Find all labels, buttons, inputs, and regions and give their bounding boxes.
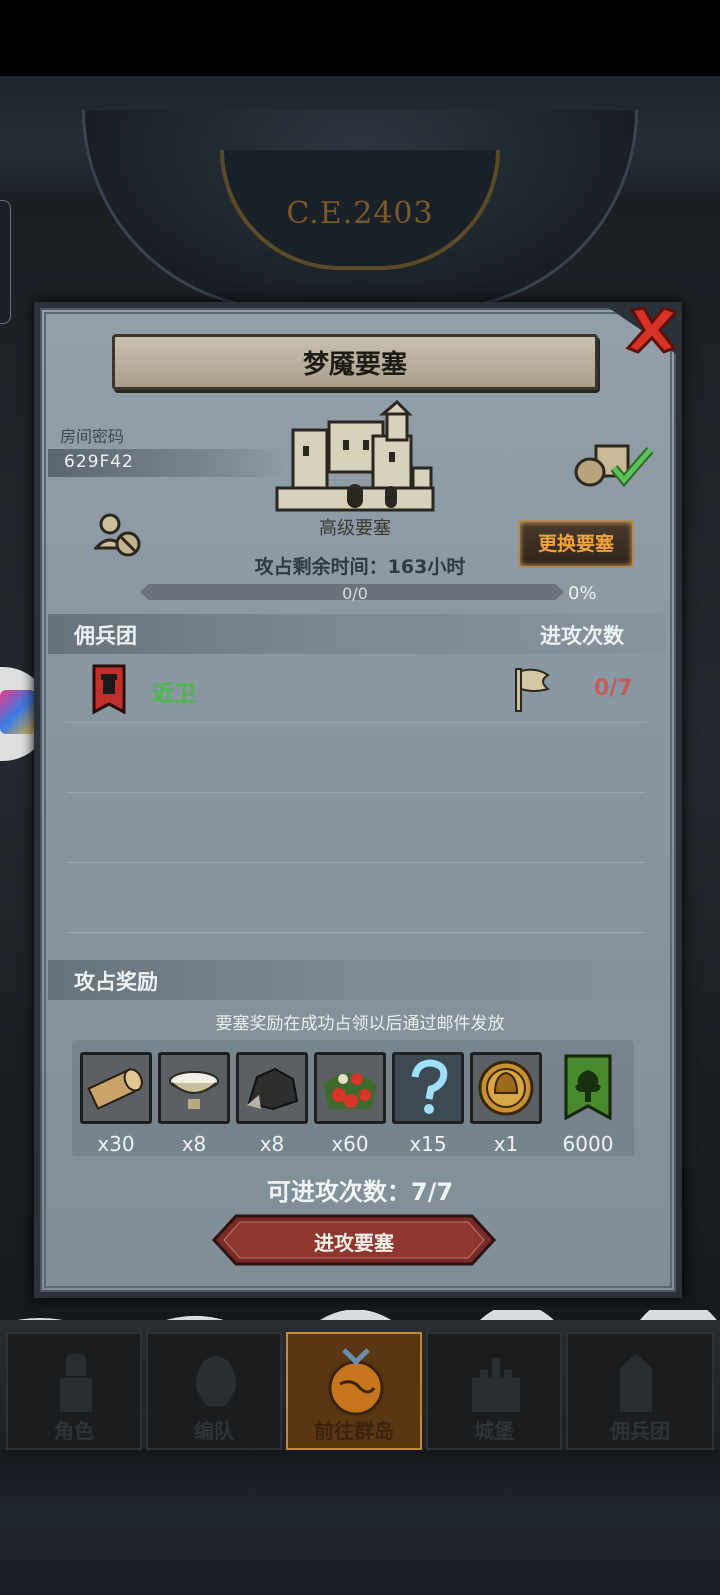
reward-list: x30 x8 x8 x60 x15 x1 6000	[72, 1040, 634, 1156]
reward-qty: 6000	[562, 1132, 614, 1156]
side-drawer-handle[interactable]	[0, 200, 11, 324]
capture-progress-percent: 0%	[568, 583, 597, 604]
list-divider	[66, 932, 646, 933]
nav-archipelago[interactable]: 前往群岛	[286, 1332, 422, 1450]
nav-role[interactable]: 角色	[6, 1332, 142, 1450]
reward-item[interactable]: x8	[158, 1052, 230, 1156]
helmet-icon	[196, 1356, 236, 1406]
remaining-time-label: 攻占剩余时间：	[254, 556, 388, 578]
reward-item[interactable]: x60	[314, 1052, 386, 1156]
wood-log-icon[interactable]	[80, 1052, 152, 1124]
supply-check-icon[interactable]	[574, 440, 654, 488]
reward-qty: x8	[181, 1132, 207, 1156]
nav-team-label: 编队	[194, 1419, 234, 1443]
reward-qty: x60	[331, 1132, 369, 1156]
nav-role-label: 角色	[54, 1419, 94, 1443]
nav-mercenary-label: 佣兵团	[610, 1419, 670, 1443]
nav-castle-label: 城堡	[474, 1419, 514, 1443]
attempts-label: 可进攻次数：	[266, 1178, 411, 1206]
status-bar	[0, 0, 720, 76]
reward-qty: x1	[493, 1132, 519, 1156]
attack-count-header: 进攻次数	[540, 624, 624, 648]
knight-icon	[60, 1353, 92, 1412]
room-code-value: 629F42	[64, 452, 134, 472]
reward-note: 要塞奖励在成功占领以后通过邮件发放	[215, 1014, 505, 1034]
reward-item[interactable]: x15	[392, 1052, 464, 1156]
nav-castle[interactable]: 城堡	[426, 1332, 562, 1450]
ore-stone-icon[interactable]	[236, 1052, 308, 1124]
reward-item[interactable]: x30	[80, 1052, 152, 1156]
mystery-question-icon[interactable]	[392, 1052, 464, 1124]
castle-icon	[472, 1358, 520, 1412]
room-code-label: 房间密码	[60, 427, 125, 446]
list-divider	[66, 792, 646, 793]
reward-item[interactable]: x8	[236, 1052, 308, 1156]
globe-icon	[328, 1348, 384, 1416]
close-icon[interactable]	[624, 304, 680, 356]
nav-archipelago-label: 前往群岛	[314, 1419, 394, 1443]
fortress-castle-icon	[275, 400, 435, 512]
reward-qty: x15	[409, 1132, 447, 1156]
privacy-off-icon[interactable]	[94, 510, 142, 558]
attempts-value: 7/7	[410, 1178, 454, 1206]
capture-progress-count: 0/0	[342, 584, 368, 603]
list-divider	[66, 862, 646, 863]
close-button[interactable]	[624, 304, 680, 356]
remaining-time-value: 163小时	[387, 556, 466, 578]
flag-icon	[515, 668, 551, 712]
guild-banner-icon	[92, 664, 126, 714]
attempts-remaining: 可进攻次数：7/7	[200, 1172, 520, 1207]
guild-name: 近卫	[152, 682, 197, 707]
reward-item[interactable]: 6000	[552, 1052, 624, 1156]
era-label: C.E.2403	[286, 196, 434, 231]
porcelain-bowl-icon[interactable]	[158, 1052, 230, 1124]
remaining-time: 攻占剩余时间：163小时	[160, 552, 560, 579]
mercenary-section-title: 佣兵团	[74, 624, 137, 648]
mercenary-icon	[620, 1354, 652, 1412]
mercenary-list-item[interactable]	[48, 658, 666, 722]
dialog-title: 梦魇要塞	[302, 350, 407, 380]
guild-attack-count: 0/7	[594, 676, 633, 701]
nav-team[interactable]: 编队	[146, 1332, 282, 1450]
fortress-level: 高级要塞	[319, 518, 391, 539]
tree-banner-icon[interactable]	[552, 1052, 624, 1124]
nav-mercenary[interactable]: 佣兵团	[566, 1332, 714, 1450]
reward-qty: x8	[259, 1132, 285, 1156]
bottom-area	[0, 1450, 720, 1595]
list-divider	[66, 722, 646, 723]
berries-icon[interactable]	[314, 1052, 386, 1124]
reward-item[interactable]: x1	[470, 1052, 542, 1156]
knight-helmet-coin-icon[interactable]	[470, 1052, 542, 1124]
assistant-app-icon[interactable]	[0, 690, 36, 734]
reward-section-title: 攻占奖励	[74, 970, 158, 994]
reward-qty: x30	[97, 1132, 135, 1156]
attack-fortress-button-label[interactable]: 进攻要塞	[212, 1227, 496, 1256]
